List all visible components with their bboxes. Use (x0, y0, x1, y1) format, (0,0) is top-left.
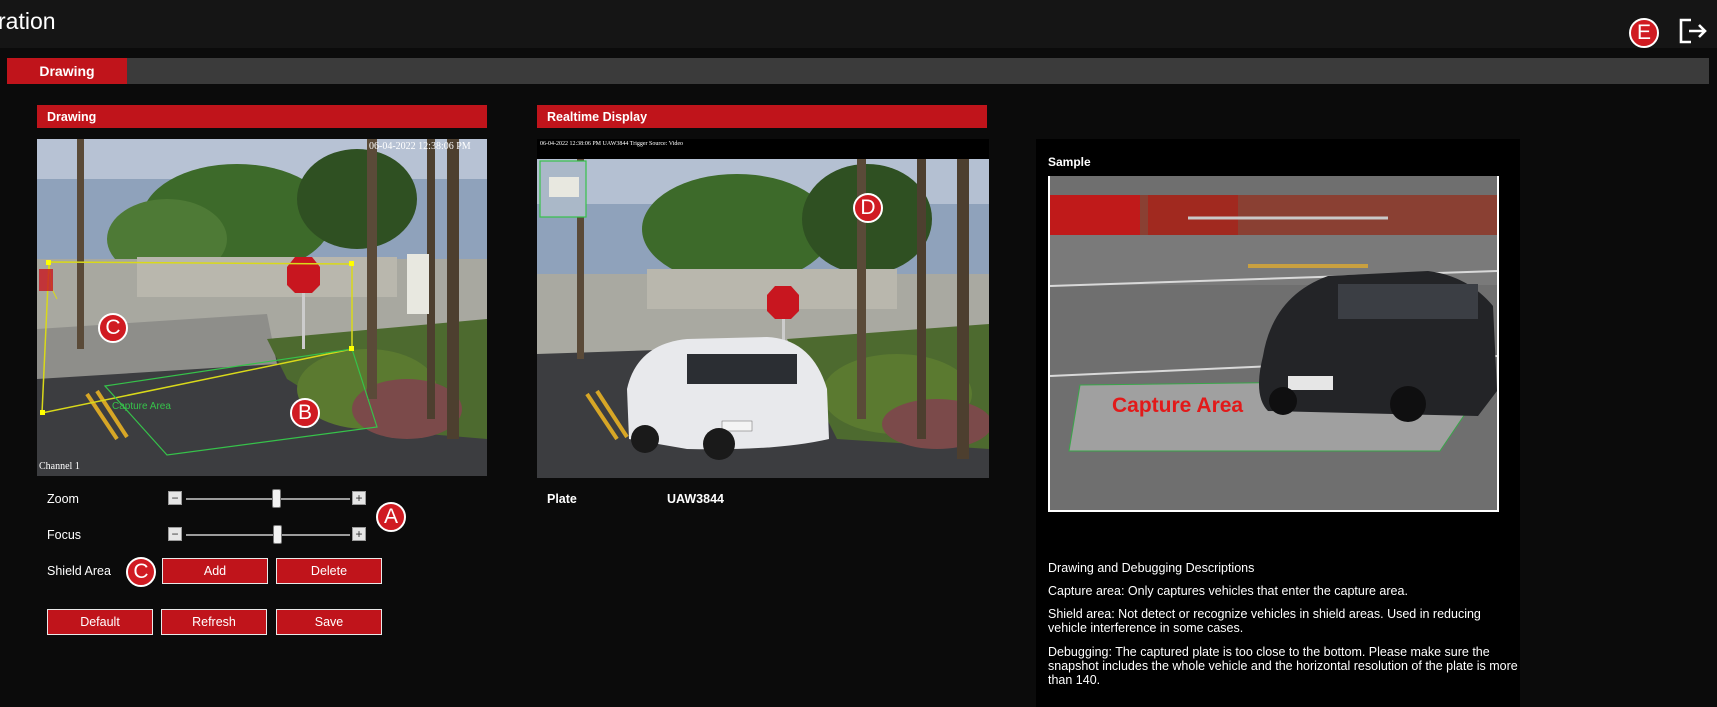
focus-thumb[interactable] (273, 525, 283, 544)
annotation-marker-e: E (1629, 18, 1659, 48)
shield-area-label: Shield Area (47, 564, 111, 578)
save-button[interactable]: Save (276, 609, 382, 635)
refresh-button[interactable]: Refresh (161, 609, 267, 635)
tab-bar (7, 58, 1709, 84)
desc-title: Drawing and Debugging Descriptions (1048, 561, 1255, 575)
plate-value: UAW3844 (667, 492, 724, 506)
annotation-marker-a: A (376, 502, 406, 532)
annotation-marker-b: B (290, 398, 320, 428)
realtime-video: 06-04-2022 12:38:06 PM UAW3844 Trigger S… (537, 139, 989, 478)
focus-plus-button[interactable]: + (352, 527, 366, 541)
delete-button[interactable]: Delete (276, 558, 382, 584)
zoom-track (186, 498, 350, 500)
default-button[interactable]: Default (47, 609, 153, 635)
realtime-panel-title: Realtime Display (537, 105, 987, 128)
capture-area-label: Capture Area (112, 401, 171, 412)
top-bar (0, 0, 1717, 48)
realtime-overlay-text: 06-04-2022 12:38:06 PM UAW3844 Trigger S… (540, 141, 684, 147)
zoom-label: Zoom (47, 492, 79, 506)
tab-drawing[interactable]: Drawing (7, 58, 127, 84)
focus-label: Focus (47, 528, 82, 542)
annotation-marker-c: C (98, 313, 128, 343)
desc-capture: Capture area: Only captures vehicles tha… (1048, 584, 1408, 598)
zoom-plus-button[interactable]: + (352, 491, 366, 505)
sample-image: Capture Area (1048, 176, 1499, 512)
zoom-thumb[interactable] (271, 489, 281, 508)
focus-track (186, 534, 350, 536)
drawing-timestamp: 06-04-2022 12:38:06 PM (369, 141, 471, 152)
sample-capture-label: Capture Area (1112, 394, 1244, 417)
channel-label: Channel 1 (39, 461, 80, 472)
zoom-minus-button[interactable]: − (168, 491, 182, 505)
drawing-panel-title: Drawing (37, 105, 487, 128)
desc-shield: Shield area: Not detect or recognize veh… (1048, 607, 1481, 635)
logout-icon[interactable] (1677, 16, 1711, 46)
annotation-marker-c2: C (126, 557, 156, 587)
drawing-canvas[interactable]: 06-04-2022 12:38:06 PM Channel 1 Capture… (37, 139, 487, 476)
plate-label: Plate (547, 492, 577, 506)
focus-slider[interactable]: − + (168, 525, 366, 544)
focus-minus-button[interactable]: − (168, 527, 182, 541)
zoom-slider[interactable]: − + (168, 489, 366, 508)
page-title: ration (0, 8, 56, 34)
desc-debug: Debugging: The captured plate is too clo… (1048, 645, 1518, 687)
annotation-marker-d: D (853, 193, 883, 223)
add-button[interactable]: Add (162, 558, 268, 584)
sample-title: Sample (1048, 155, 1091, 169)
